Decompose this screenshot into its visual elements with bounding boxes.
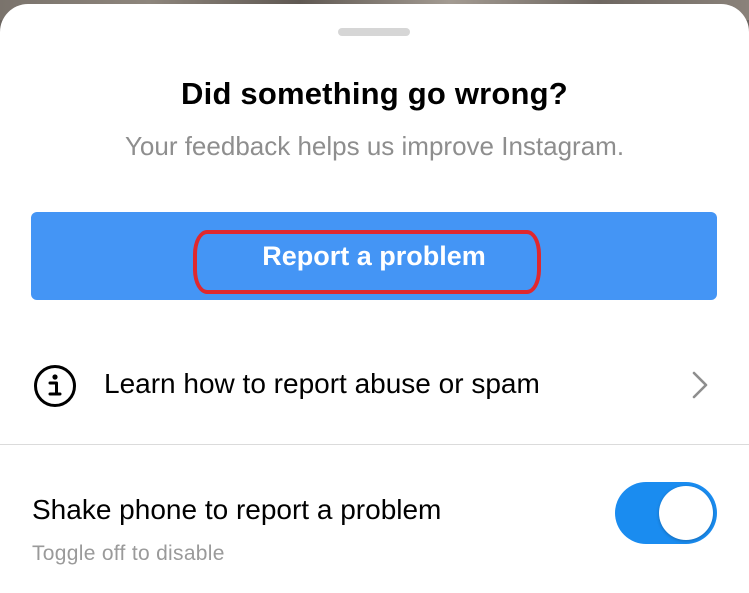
toggle-knob — [659, 486, 713, 540]
shake-to-report-toggle[interactable] — [615, 482, 717, 544]
shake-to-report-label: Shake phone to report a problem — [32, 494, 442, 525]
report-problem-label: Report a problem — [262, 240, 486, 271]
drag-handle[interactable] — [338, 28, 410, 36]
divider — [0, 444, 749, 445]
learn-report-abuse-label: Learn how to report abuse or spam — [104, 368, 540, 399]
sheet-title: Did something go wrong? — [181, 76, 568, 111]
sheet-subtitle: Your feedback helps us improve Instagram… — [124, 131, 625, 161]
learn-report-abuse-row[interactable]: Learn how to report abuse or spam — [0, 338, 749, 430]
info-icon — [34, 365, 76, 407]
chevron-right-icon — [692, 371, 708, 399]
shake-to-report-sublabel: Toggle off to disable — [32, 542, 225, 565]
feedback-bottom-sheet: Did something go wrong? Your feedback he… — [0, 4, 749, 593]
report-problem-button[interactable]: Report a problem — [31, 212, 717, 300]
